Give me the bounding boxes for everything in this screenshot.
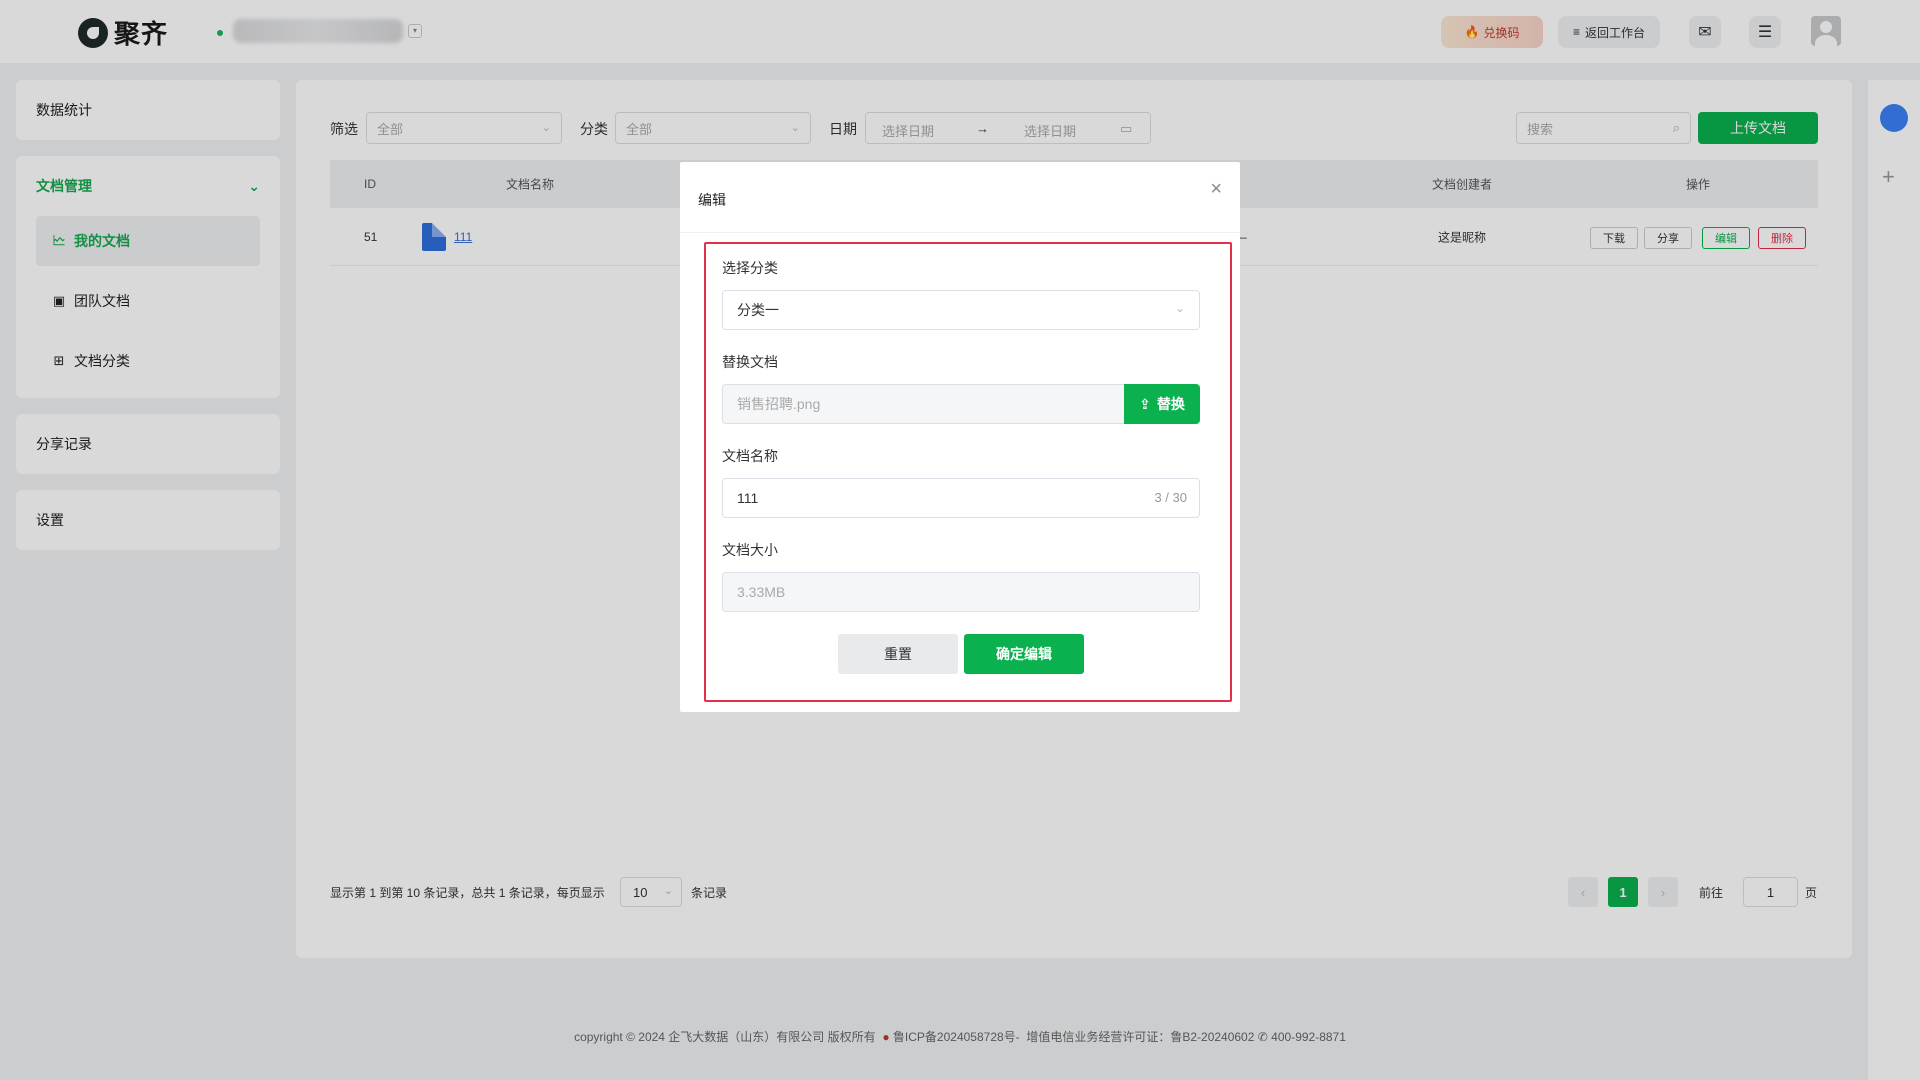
replace-file-button[interactable]: ⇪ 替换: [1124, 384, 1200, 424]
size-field-input: 3.33MB: [722, 572, 1200, 612]
name-field-value: 111: [737, 490, 759, 506]
edit-dialog: 编辑 × 选择分类 分类一 ⌄ 替换文档 销售招聘.png ⇪ 替换 文档名称 …: [680, 162, 1240, 712]
close-icon[interactable]: ×: [1210, 178, 1222, 201]
size-field-value: 3.33MB: [737, 584, 786, 600]
replace-file-name: 销售招聘.png: [737, 396, 821, 412]
name-char-counter: 3 / 30: [1154, 490, 1187, 505]
category-field-select[interactable]: 分类一 ⌄: [722, 290, 1200, 330]
name-field-input[interactable]: 111 3 / 30: [722, 478, 1200, 518]
chevron-down-icon: ⌄: [1174, 301, 1185, 315]
edit-form: 选择分类 分类一 ⌄ 替换文档 销售招聘.png ⇪ 替换 文档名称 111 3…: [704, 242, 1232, 702]
category-field-value: 分类一: [737, 302, 779, 318]
confirm-edit-button[interactable]: 确定编辑: [964, 634, 1084, 674]
upload-icon: ⇪: [1139, 395, 1151, 412]
replace-file-input: 销售招聘.png: [722, 384, 1126, 424]
name-field-label: 文档名称: [722, 448, 778, 464]
dialog-title: 编辑: [698, 192, 726, 208]
category-field-label: 选择分类: [722, 260, 778, 276]
reset-button[interactable]: 重置: [838, 634, 958, 674]
replace-field-label: 替换文档: [722, 354, 778, 370]
dialog-divider: [680, 232, 1240, 233]
size-field-label: 文档大小: [722, 542, 778, 558]
replace-file-button-label: 替换: [1156, 396, 1185, 412]
